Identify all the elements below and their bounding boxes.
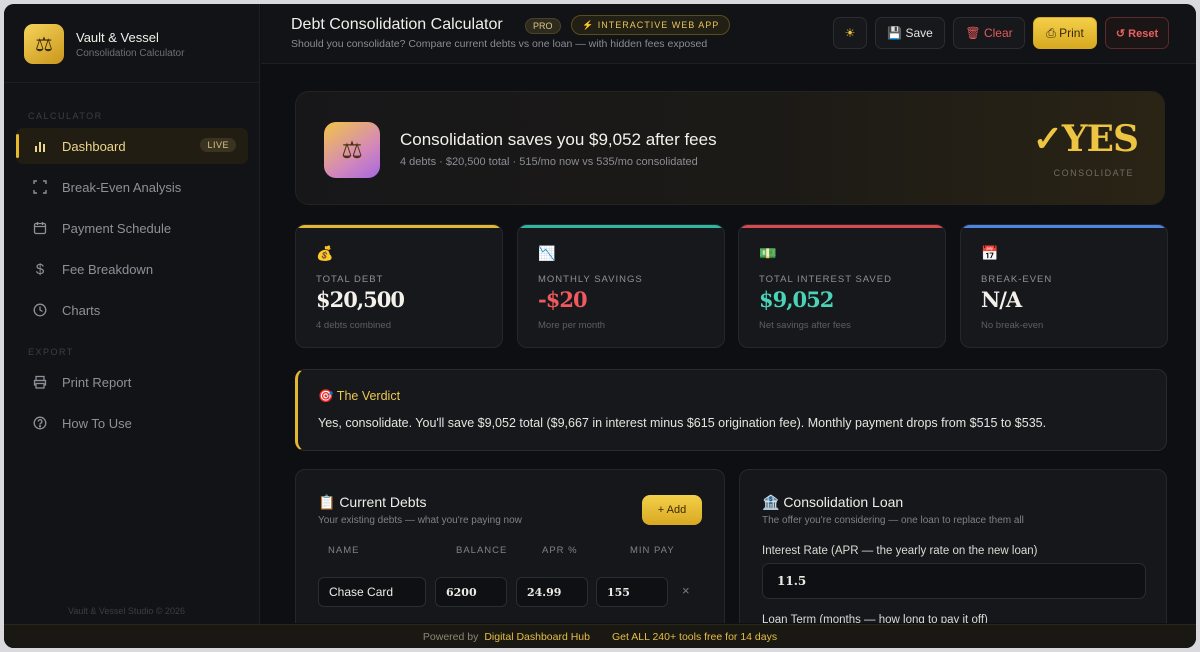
sidebar-item-break-even[interactable]: Break-Even Analysis — [16, 169, 248, 205]
dollar-icon: $ — [35, 260, 45, 278]
sidebar-item-how-to-use[interactable]: How To Use — [16, 405, 248, 441]
verdict-box: 🎯 The Verdict Yes, consolidate. You'll s… — [295, 369, 1167, 451]
sidebar: ⚖ Vault & Vessel Consolidation Calculato… — [4, 4, 260, 648]
loan-term-label: Loan Term (months — how long to pay it o… — [762, 614, 988, 623]
sidebar-item-label: Payment Schedule — [62, 220, 172, 236]
stat-note: More per month — [538, 320, 606, 331]
stat-value: $20,500 — [316, 287, 405, 312]
column-header-apr: APR % — [542, 545, 578, 556]
verdict-label: CONSOLIDATE — [1053, 168, 1134, 178]
powered-by-text: Powered by — [422, 630, 479, 643]
cash-icon: 💵 — [759, 245, 777, 261]
stat-note: 4 debts combined — [316, 320, 391, 331]
delete-row-button[interactable]: × — [682, 583, 690, 598]
clear-button[interactable]: 🗑 Clear — [953, 17, 1025, 49]
stat-value: N/A — [981, 287, 1022, 312]
sidebar-item-print-report[interactable]: Print Report — [16, 364, 248, 400]
consolidation-loan-panel: 🏦 Consolidation Loan The offer you're co… — [739, 469, 1167, 623]
section-label-export: EXPORT — [28, 347, 74, 357]
promo-footer: Powered by Digital Dashboard Hub Get ALL… — [4, 624, 1196, 648]
money-bag-icon: 💰 — [316, 245, 334, 261]
sidebar-copyright: Vault & Vessel Studio © 2026 — [68, 606, 186, 616]
sun-icon: ☀ — [844, 26, 856, 40]
sidebar-item-label: How To Use — [62, 415, 132, 431]
verdict-text: Yes, consolidate. You'll save $9,052 tot… — [318, 416, 1047, 430]
current-debts-panel: 📋 Current Debts Your existing debts — wh… — [295, 469, 725, 623]
sidebar-item-label: Charts — [62, 302, 101, 318]
top-header: Debt Consolidation Calculator PRO ⚡ INTE… — [261, 4, 1196, 64]
stat-label: MONTHLY SAVINGS — [538, 274, 643, 285]
stat-value: -$20 — [538, 287, 588, 312]
stat-card-break-even: 📅 BREAK-EVEN N/A No break-even — [960, 224, 1168, 348]
pro-badge: PRO — [525, 18, 561, 34]
sidebar-item-label: Fee Breakdown — [62, 261, 154, 277]
theme-toggle-button[interactable]: ☀ — [833, 17, 867, 49]
brand-subtitle: Consolidation Calculator — [76, 48, 185, 59]
sidebar-item-label: Dashboard — [62, 138, 126, 154]
sidebar-item-payment-schedule[interactable]: Payment Schedule — [16, 210, 248, 246]
column-header-min-pay: MIN PAY — [630, 545, 675, 556]
stat-label: BREAK-EVEN — [981, 274, 1053, 285]
stat-value: $9,052 — [759, 287, 834, 312]
stat-card-monthly-savings: 📉 MONTHLY SAVINGS -$20 More per month — [517, 224, 725, 348]
bar-chart-icon — [32, 138, 48, 154]
printer-icon — [32, 374, 48, 390]
section-label-calculator: CALCULATOR — [28, 111, 103, 121]
print-button[interactable]: ⎙ Print — [1033, 17, 1097, 49]
column-header-name: NAME — [328, 545, 360, 556]
page-title: Debt Consolidation Calculator — [291, 16, 503, 33]
column-header-balance: BALANCE — [456, 545, 508, 556]
help-icon — [32, 415, 48, 431]
debt-apr-input[interactable]: 24.99 — [516, 577, 588, 607]
scales-icon: ⚖ — [324, 122, 380, 178]
panel-subtitle: The offer you're considering — one loan … — [762, 515, 1024, 526]
sidebar-item-charts[interactable]: Charts — [16, 292, 248, 328]
free-trial-link[interactable]: Get ALL 240+ tools free for 14 days — [612, 631, 777, 643]
save-button[interactable]: 💾 Save — [875, 17, 945, 49]
sidebar-divider — [4, 82, 260, 83]
stat-label: TOTAL INTEREST SAVED — [759, 274, 892, 285]
sidebar-item-dashboard[interactable]: Dashboard LIVE — [16, 128, 248, 164]
hub-link[interactable]: Digital Dashboard Hub — [484, 631, 590, 643]
sidebar-item-label: Break-Even Analysis — [62, 179, 182, 195]
sidebar-item-label: Print Report — [62, 374, 132, 390]
interest-rate-input[interactable]: 11.5 — [762, 563, 1146, 599]
app-window: ⚖ Vault & Vessel Consolidation Calculato… — [4, 4, 1196, 648]
hero-summary: 4 debts · $20,500 total · 515/mo now vs … — [400, 156, 698, 168]
chart-down-icon: 📉 — [538, 245, 556, 261]
calendar-icon: 📅 — [981, 245, 999, 261]
main-content: ⚖ Consolidation saves you $9,052 after f… — [261, 65, 1196, 623]
live-badge: LIVE — [200, 138, 236, 152]
clock-icon — [32, 302, 48, 318]
add-debt-button[interactable]: + Add — [642, 495, 702, 525]
calendar-icon — [32, 220, 48, 236]
verdict-yes: ✓YES — [1032, 118, 1139, 160]
stat-label: TOTAL DEBT — [316, 274, 384, 285]
hero-title: Consolidation saves you $9,052 after fee… — [400, 130, 717, 149]
panel-subtitle: Your existing debts — what you're paying… — [318, 515, 522, 526]
panel-title: 🏦 Consolidation Loan — [762, 494, 904, 510]
sidebar-item-fee-breakdown[interactable]: $ Fee Breakdown — [16, 251, 248, 287]
brand[interactable]: ⚖ Vault & Vessel Consolidation Calculato… — [24, 24, 254, 68]
panel-title: 📋 Current Debts — [318, 494, 427, 510]
reset-button[interactable]: ↺ Reset — [1105, 17, 1169, 49]
page-subtitle: Should you consolidate? Compare current … — [291, 38, 708, 50]
debt-balance-input[interactable]: 6200 — [435, 577, 507, 607]
stat-card-total-debt: 💰 TOTAL DEBT $20,500 4 debts combined — [295, 224, 503, 348]
interest-rate-label: Interest Rate (APR — the yearly rate on … — [762, 545, 1038, 557]
debt-min-pay-input[interactable]: 155 — [596, 577, 668, 607]
interactive-web-app-badge: ⚡ INTERACTIVE WEB APP — [571, 15, 731, 35]
result-hero: ⚖ Consolidation saves you $9,052 after f… — [295, 91, 1165, 205]
focus-frame-icon — [32, 179, 48, 195]
scales-logo-icon: ⚖ — [24, 24, 64, 64]
stat-note: No break-even — [981, 320, 1044, 331]
verdict-title: 🎯 The Verdict — [318, 389, 401, 403]
stat-card-interest-saved: 💵 TOTAL INTEREST SAVED $9,052 Net saving… — [738, 224, 946, 348]
stat-note: Net savings after fees — [759, 320, 851, 331]
debt-name-input[interactable]: Chase Card — [318, 577, 426, 607]
brand-title: Vault & Vessel — [76, 30, 159, 45]
